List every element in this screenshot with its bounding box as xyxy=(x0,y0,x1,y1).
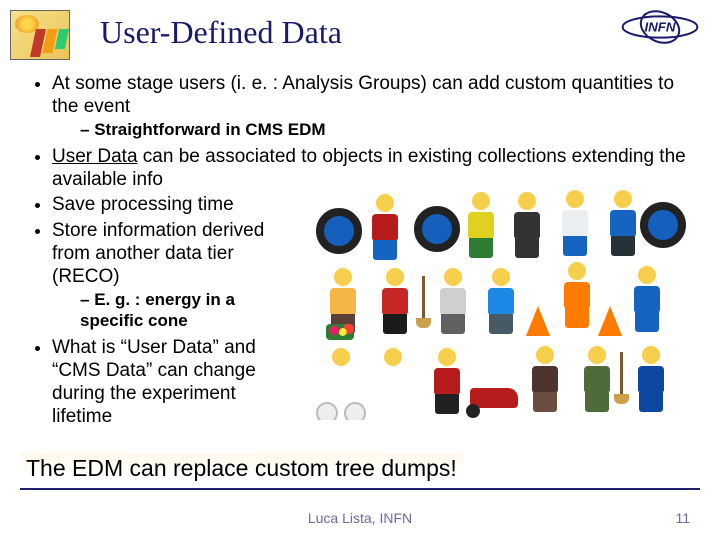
bullet-1-sub-1: Straightforward in CMS EDM xyxy=(80,120,692,141)
bullet-1: At some stage users (i. e. : Analysis Gr… xyxy=(52,72,692,141)
cms-logo xyxy=(10,10,70,60)
callout-text: The EDM can replace custom tree dumps! xyxy=(20,453,463,484)
bullet-3: Save processing time xyxy=(52,193,282,216)
slide-title: User-Defined Data xyxy=(100,14,342,51)
bullet-5: What is “User Data” and “CMS Data” can c… xyxy=(52,336,282,429)
bullet-1-text: At some stage users (i. e. : Analysis Gr… xyxy=(52,73,674,117)
infn-logo: INFN xyxy=(620,10,700,44)
callout-rule xyxy=(20,488,700,490)
lego-minifigures-image xyxy=(310,190,690,420)
bullet-2-tail: can be associated to objects in existing… xyxy=(52,146,686,190)
bullet-2-link-term: User Data xyxy=(52,146,138,167)
bullet-4-text: Store information derived from another d… xyxy=(52,220,264,287)
bullet-4-sub-1: E. g. : energy in a specific cone xyxy=(80,290,282,331)
footer-page-number: 11 xyxy=(675,510,690,526)
footer-author: Luca Lista, INFN xyxy=(0,510,720,526)
bullet-2: User Data can be associated to objects i… xyxy=(52,145,692,191)
slide: User-Defined Data INFN At some stage use… xyxy=(0,0,720,540)
bullet-4: Store information derived from another d… xyxy=(52,219,282,332)
infn-logo-text: INFN xyxy=(644,20,675,35)
